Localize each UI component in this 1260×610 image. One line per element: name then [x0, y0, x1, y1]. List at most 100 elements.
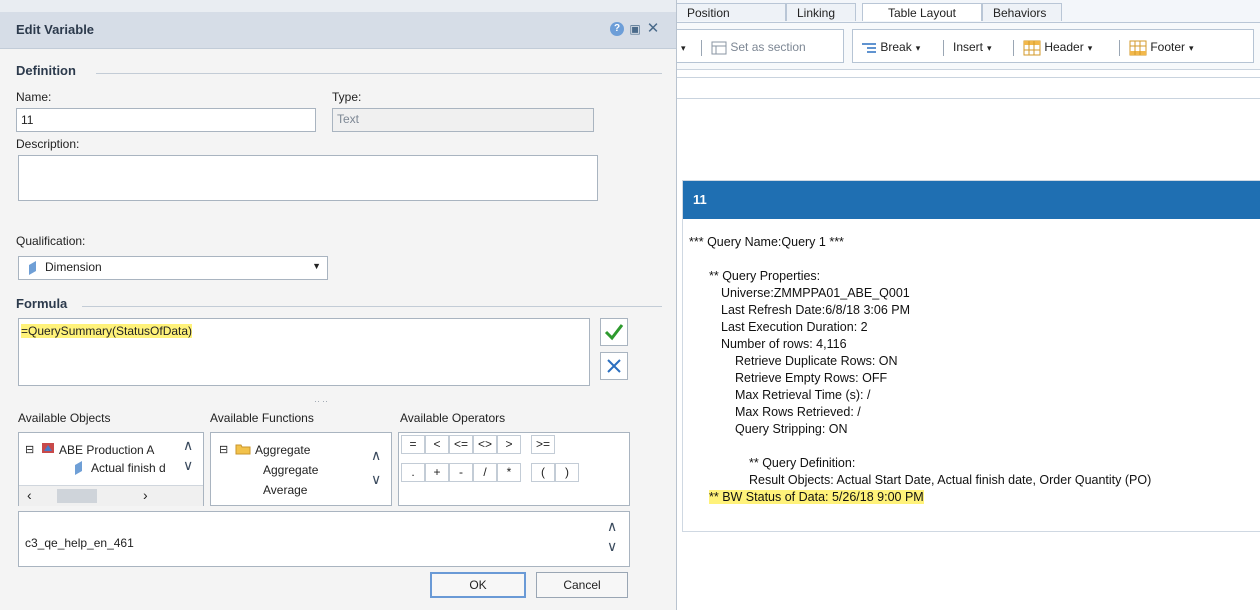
- folder-icon: [235, 442, 251, 458]
- dimension-icon: [73, 461, 83, 478]
- edit-variable-dialog: Edit Variable ? ▣ ✕ Definition Name: Typ…: [0, 0, 677, 610]
- operator-greater-equal[interactable]: >=: [531, 435, 555, 454]
- checkmark-icon: [604, 324, 624, 341]
- formula-text: =QuerySummary(StatusOfData): [21, 324, 193, 338]
- last-refresh-line: Last Refresh Date:6/8/18 3:06 PM: [721, 303, 910, 317]
- scroll-down-icon[interactable]: ∨: [607, 538, 617, 555]
- horizontal-scrollbar[interactable]: ‹ ›: [19, 485, 203, 506]
- type-field: Text: [332, 108, 594, 132]
- header-button[interactable]: Header ▾: [1023, 38, 1092, 56]
- operator-close-paren[interactable]: ): [555, 463, 579, 482]
- help-text: c3_qe_help_en_461: [25, 536, 134, 550]
- scroll-down-icon[interactable]: ∨: [183, 457, 193, 474]
- tab-table-layout[interactable]: Table Layout: [862, 3, 982, 21]
- query-stripping-line: Query Stripping: ON: [735, 422, 848, 436]
- section-divider: [96, 73, 662, 74]
- variable-cell[interactable]: 11 *** Query Name:Query 1 *** ** Query P…: [682, 180, 1260, 532]
- tree-item-actual-finish[interactable]: Actual finish d: [91, 461, 179, 475]
- operator-equals[interactable]: =: [401, 435, 425, 454]
- cancel-button[interactable]: Cancel: [536, 572, 628, 598]
- function-category-aggregate[interactable]: Aggregate: [255, 443, 310, 457]
- qualification-select[interactable]: Dimension ▼: [18, 256, 328, 280]
- available-functions-tree[interactable]: ⊟ Aggregate Aggregate Average ∧ ∨: [210, 432, 392, 506]
- query-definition-line: ** Query Definition:: [749, 456, 856, 470]
- help-panel: c3_qe_help_en_461 ∧ ∨: [18, 511, 630, 567]
- operator-multiply[interactable]: *: [497, 463, 521, 482]
- clear-formula-button[interactable]: [600, 352, 628, 380]
- scroll-down-icon[interactable]: ∨: [371, 471, 381, 488]
- formula-section-title: Formula: [16, 296, 68, 311]
- separator: [1119, 40, 1120, 56]
- close-icon[interactable]: ✕: [646, 21, 660, 36]
- collapse-icon[interactable]: ⊟: [219, 443, 228, 456]
- break-icon: [862, 43, 876, 53]
- tree-item-universe[interactable]: ABE Production A: [59, 443, 179, 457]
- function-item-aggregate[interactable]: Aggregate: [263, 463, 318, 477]
- query-properties-line: ** Query Properties:: [709, 269, 821, 283]
- max-rows-line: Max Rows Retrieved: /: [735, 405, 861, 419]
- collapse-icon[interactable]: ⊟: [25, 443, 34, 456]
- break-label: Break: [880, 40, 912, 54]
- operator-dot[interactable]: .: [401, 463, 425, 482]
- previous-dropdown[interactable]: ▾: [677, 38, 686, 56]
- format-tabbar: Position Linking Table Layout Behaviors: [676, 0, 1260, 23]
- break-button[interactable]: Break ▾: [861, 38, 920, 56]
- operator-minus[interactable]: -: [449, 463, 473, 482]
- universe-icon: [41, 441, 55, 458]
- footer-label: Footer: [1150, 40, 1186, 54]
- type-label: Type:: [332, 90, 362, 104]
- definition-section-title: Definition: [16, 63, 76, 78]
- available-objects-tree[interactable]: ⊟ ABE Production A Actual finish d ∧ ∨ ‹…: [18, 432, 204, 506]
- query-name-line: *** Query Name:Query 1 ***: [689, 235, 844, 249]
- dialog-titlebar: Edit Variable ? ▣ ✕: [0, 12, 676, 49]
- tab-linking[interactable]: Linking: [786, 3, 856, 21]
- background-strip: [0, 0, 676, 12]
- scroll-left-icon[interactable]: ‹: [27, 487, 32, 503]
- operator-plus[interactable]: +: [425, 463, 449, 482]
- maximize-icon[interactable]: ▣: [628, 22, 642, 36]
- insert-button[interactable]: Insert ▾: [953, 38, 992, 56]
- ok-button[interactable]: OK: [430, 572, 526, 598]
- clear-x-icon: [607, 359, 621, 373]
- operator-greater-than[interactable]: >: [497, 435, 521, 454]
- available-functions-label: Available Functions: [210, 411, 314, 425]
- available-operators-grid: = < <= <> > >= . + - / * ( ): [398, 432, 630, 506]
- chevron-down-icon: ▼: [312, 261, 321, 271]
- header-label: Header: [1044, 40, 1084, 54]
- separator: [701, 40, 702, 56]
- set-as-section-button[interactable]: Set as section: [711, 38, 806, 56]
- max-retrieval-line: Max Retrieval Time (s): /: [735, 388, 871, 402]
- report-editor: Position Linking Table Layout Behaviors …: [672, 0, 1260, 610]
- resize-grip[interactable]: ‥‥: [314, 394, 330, 405]
- operator-open-paren[interactable]: (: [531, 463, 555, 482]
- operator-less-equal[interactable]: <=: [449, 435, 473, 454]
- table-header-icon: [1023, 40, 1041, 56]
- set-as-section-label: Set as section: [730, 40, 806, 54]
- footer-button[interactable]: Footer ▾: [1129, 38, 1194, 56]
- dialog-title: Edit Variable: [16, 22, 95, 37]
- scroll-up-icon[interactable]: ∧: [607, 518, 617, 535]
- dimension-icon: [27, 261, 37, 278]
- scroll-up-icon[interactable]: ∧: [371, 447, 381, 464]
- description-textarea[interactable]: [18, 155, 598, 201]
- formula-bar[interactable]: [676, 77, 1260, 99]
- name-input[interactable]: [16, 108, 316, 132]
- formula-editor[interactable]: =QuerySummary(StatusOfData): [18, 318, 590, 386]
- scroll-right-icon[interactable]: ›: [143, 487, 148, 503]
- section-divider: [82, 306, 662, 307]
- retrieve-empty-line: Retrieve Empty Rows: OFF: [735, 371, 888, 385]
- function-item-average[interactable]: Average: [263, 483, 307, 497]
- scroll-thumb[interactable]: [57, 489, 97, 503]
- available-objects-label: Available Objects: [18, 411, 111, 425]
- scroll-up-icon[interactable]: ∧: [183, 437, 193, 454]
- operator-not-equal[interactable]: <>: [473, 435, 497, 454]
- qualification-value: Dimension: [45, 260, 102, 274]
- operator-less-than[interactable]: <: [425, 435, 449, 454]
- tab-position[interactable]: Position: [676, 3, 786, 21]
- tab-behaviors[interactable]: Behaviors: [982, 3, 1062, 21]
- validate-formula-button[interactable]: [600, 318, 628, 346]
- bw-status-line: ** BW Status of Data: 5/26/18 9:00 PM: [709, 490, 924, 504]
- insert-label: Insert: [953, 40, 984, 54]
- help-icon[interactable]: ?: [610, 22, 624, 36]
- operator-divide[interactable]: /: [473, 463, 497, 482]
